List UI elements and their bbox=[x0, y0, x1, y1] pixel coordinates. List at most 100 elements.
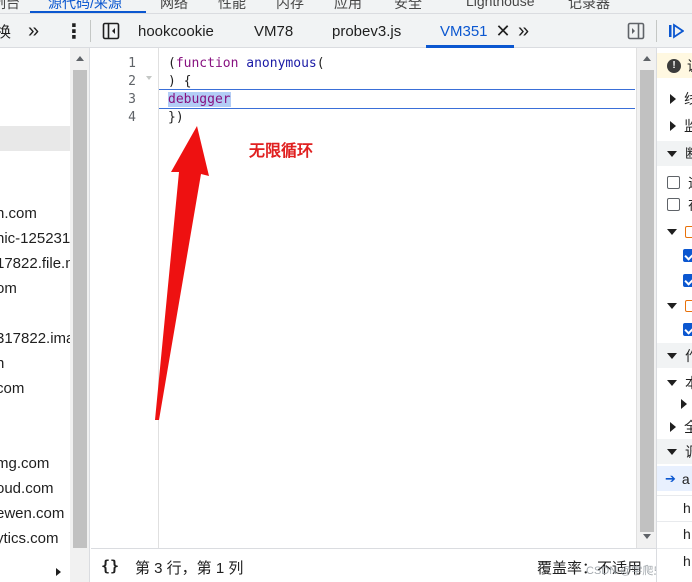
collapse-arrow-icon bbox=[667, 150, 677, 157]
editor-status-bar: {} 第 3 行，第 1 列 覆盖率：不适用 CSDN @学爬虫 bbox=[91, 548, 664, 582]
scope-child[interactable] bbox=[657, 391, 692, 416]
breakpoint-file-group[interactable] bbox=[657, 219, 692, 244]
editor-tab-probev3[interactable]: probev3.js bbox=[332, 14, 401, 48]
collapse-arrow-icon bbox=[667, 448, 677, 455]
editor-tab-vm351[interactable]: VM351 ✕ bbox=[440, 14, 511, 48]
toolbar-divider bbox=[90, 20, 91, 42]
tree-item[interactable]: ytics.com bbox=[0, 530, 70, 547]
annotation-text: 无限循环 bbox=[249, 143, 314, 160]
section-scope[interactable]: 作 bbox=[657, 343, 692, 368]
toolbar-divider-right bbox=[656, 20, 657, 42]
tab-lighthouse[interactable]: Lighthouse bbox=[466, 0, 535, 9]
tab-console[interactable]: 控制台 bbox=[0, 0, 20, 13]
navigator-scroll-thumb[interactable] bbox=[73, 70, 87, 548]
section-label: 作 bbox=[685, 346, 692, 366]
editor-tab-vm351-label: VM351 bbox=[440, 22, 488, 40]
more-editor-tabs-chevron-icon[interactable]: » bbox=[518, 14, 529, 48]
collapse-arrow-icon bbox=[667, 379, 677, 386]
scroll-up-arrow-icon[interactable] bbox=[643, 56, 651, 61]
expand-arrow-icon bbox=[670, 120, 676, 131]
tree-item[interactable]: 317822.ima bbox=[0, 330, 70, 347]
resume-icon bbox=[669, 23, 684, 39]
scope-global[interactable]: 全 bbox=[657, 414, 692, 439]
section-breakpoints[interactable]: 断 bbox=[657, 141, 692, 166]
tree-item[interactable]: n.com bbox=[0, 205, 70, 222]
call-frame[interactable]: h bbox=[657, 548, 692, 573]
tab-network[interactable]: 网络 bbox=[160, 0, 188, 13]
checkbox-checked[interactable] bbox=[683, 249, 692, 262]
breakpoint-entry[interactable] bbox=[657, 243, 692, 268]
paused-banner: !调 bbox=[657, 53, 692, 78]
selected-tree-row[interactable] bbox=[0, 126, 70, 151]
breakpoint-file-icon bbox=[685, 225, 692, 238]
tree-item[interactable]: ewen.com bbox=[0, 505, 70, 522]
more-tabs-chevron-icon[interactable]: » bbox=[28, 14, 39, 48]
call-frame-label: h bbox=[683, 500, 691, 516]
tree-item[interactable]: com bbox=[0, 380, 70, 397]
call-frame[interactable]: h bbox=[657, 495, 692, 520]
section-label: 监 bbox=[684, 116, 692, 136]
call-frame[interactable]: h bbox=[657, 521, 692, 546]
pretty-print-button[interactable]: {} bbox=[101, 557, 119, 575]
scroll-down-arrow-icon[interactable] bbox=[643, 534, 651, 539]
annotation-arrow bbox=[155, 126, 209, 420]
sources-toolbar: 换 » ⋮ hookcookie VM78 probev3.js VM351 ✕… bbox=[0, 14, 692, 48]
section-threads[interactable]: 线 bbox=[657, 86, 692, 111]
code-editor[interactable]: 1 2 3 4 (function anonymous( ) { debugge… bbox=[91, 48, 636, 548]
tree-item[interactable]: n bbox=[0, 355, 70, 372]
checkbox-checked[interactable] bbox=[683, 274, 692, 287]
tab-security[interactable]: 安全 bbox=[394, 0, 422, 13]
section-call-stack[interactable]: 调 bbox=[657, 439, 692, 464]
checkbox-label: 遇 bbox=[688, 173, 692, 193]
scope-label: 全 bbox=[684, 417, 692, 437]
close-tab-icon[interactable]: ✕ bbox=[496, 21, 511, 42]
tree-item[interactable]: 17822.file.m bbox=[0, 255, 70, 272]
call-frame-current[interactable]: ➔ a bbox=[657, 466, 692, 491]
checkbox[interactable] bbox=[667, 198, 680, 211]
breakpoint-file-icon bbox=[685, 299, 692, 312]
resume-button[interactable] bbox=[668, 14, 684, 48]
scope-label: 本 bbox=[685, 373, 692, 393]
tree-item[interactable]: mg.com bbox=[0, 455, 70, 472]
watermark: CSDN @学爬虫 bbox=[586, 565, 665, 577]
debugger-sidebar: !调 线 监 断 遇 在 作 本 全 调 ➔a h h h bbox=[656, 48, 692, 582]
breakpoint-entry[interactable] bbox=[657, 268, 692, 293]
current-frame-arrow-icon: ➔ bbox=[665, 470, 676, 486]
checkbox[interactable] bbox=[667, 176, 680, 189]
info-icon: ! bbox=[667, 58, 681, 73]
section-watch[interactable]: 监 bbox=[657, 113, 692, 138]
collapse-arrow-icon bbox=[667, 352, 677, 359]
tab-recorder[interactable]: 记录器 bbox=[568, 0, 610, 13]
call-frame-label: h bbox=[683, 553, 691, 569]
editor-scroll-thumb[interactable] bbox=[640, 70, 654, 532]
pause-on-caught-checkbox[interactable]: 在 bbox=[657, 192, 692, 217]
expand-arrow-icon bbox=[670, 421, 676, 432]
tree-item[interactable]: om bbox=[0, 280, 70, 297]
checkbox-checked[interactable] bbox=[683, 323, 692, 336]
collapse-arrow-icon bbox=[667, 228, 677, 235]
tab-memory[interactable]: 内存 bbox=[276, 0, 304, 13]
tab-application[interactable]: 应用 bbox=[334, 0, 362, 13]
file-navigator: n.com nic-125231 17822.file.m om 317822.… bbox=[0, 48, 90, 582]
toggle-navigator-button[interactable] bbox=[102, 14, 120, 48]
section-label: 断 bbox=[685, 144, 692, 164]
breakpoint-file-group[interactable] bbox=[657, 293, 692, 318]
tree-expand-arrow-icon[interactable] bbox=[56, 568, 61, 576]
paused-banner-text: 调 bbox=[687, 56, 692, 76]
navigator-scrollbar[interactable] bbox=[70, 48, 89, 582]
more-options-icon[interactable]: ⋮ bbox=[64, 14, 84, 48]
editor-scrollbar[interactable] bbox=[636, 48, 656, 548]
editor-tab-hookcookie[interactable]: hookcookie bbox=[138, 14, 214, 48]
call-frame-label: h bbox=[683, 526, 691, 542]
tree-item[interactable]: oud.com bbox=[0, 480, 70, 497]
breakpoint-entry[interactable] bbox=[657, 317, 692, 342]
tree-item[interactable]: nic-125231 bbox=[0, 230, 70, 247]
call-frame-label: a bbox=[681, 470, 690, 487]
scroll-up-arrow-icon[interactable] bbox=[76, 56, 84, 61]
navigator-tab-label[interactable]: 换 bbox=[0, 14, 11, 48]
toggle-debugger-button[interactable] bbox=[627, 14, 645, 48]
expand-arrow-icon bbox=[681, 398, 687, 409]
tab-performance[interactable]: 性能 bbox=[218, 0, 246, 13]
editor-tab-vm78[interactable]: VM78 bbox=[254, 14, 293, 48]
section-label: 调 bbox=[685, 442, 692, 462]
